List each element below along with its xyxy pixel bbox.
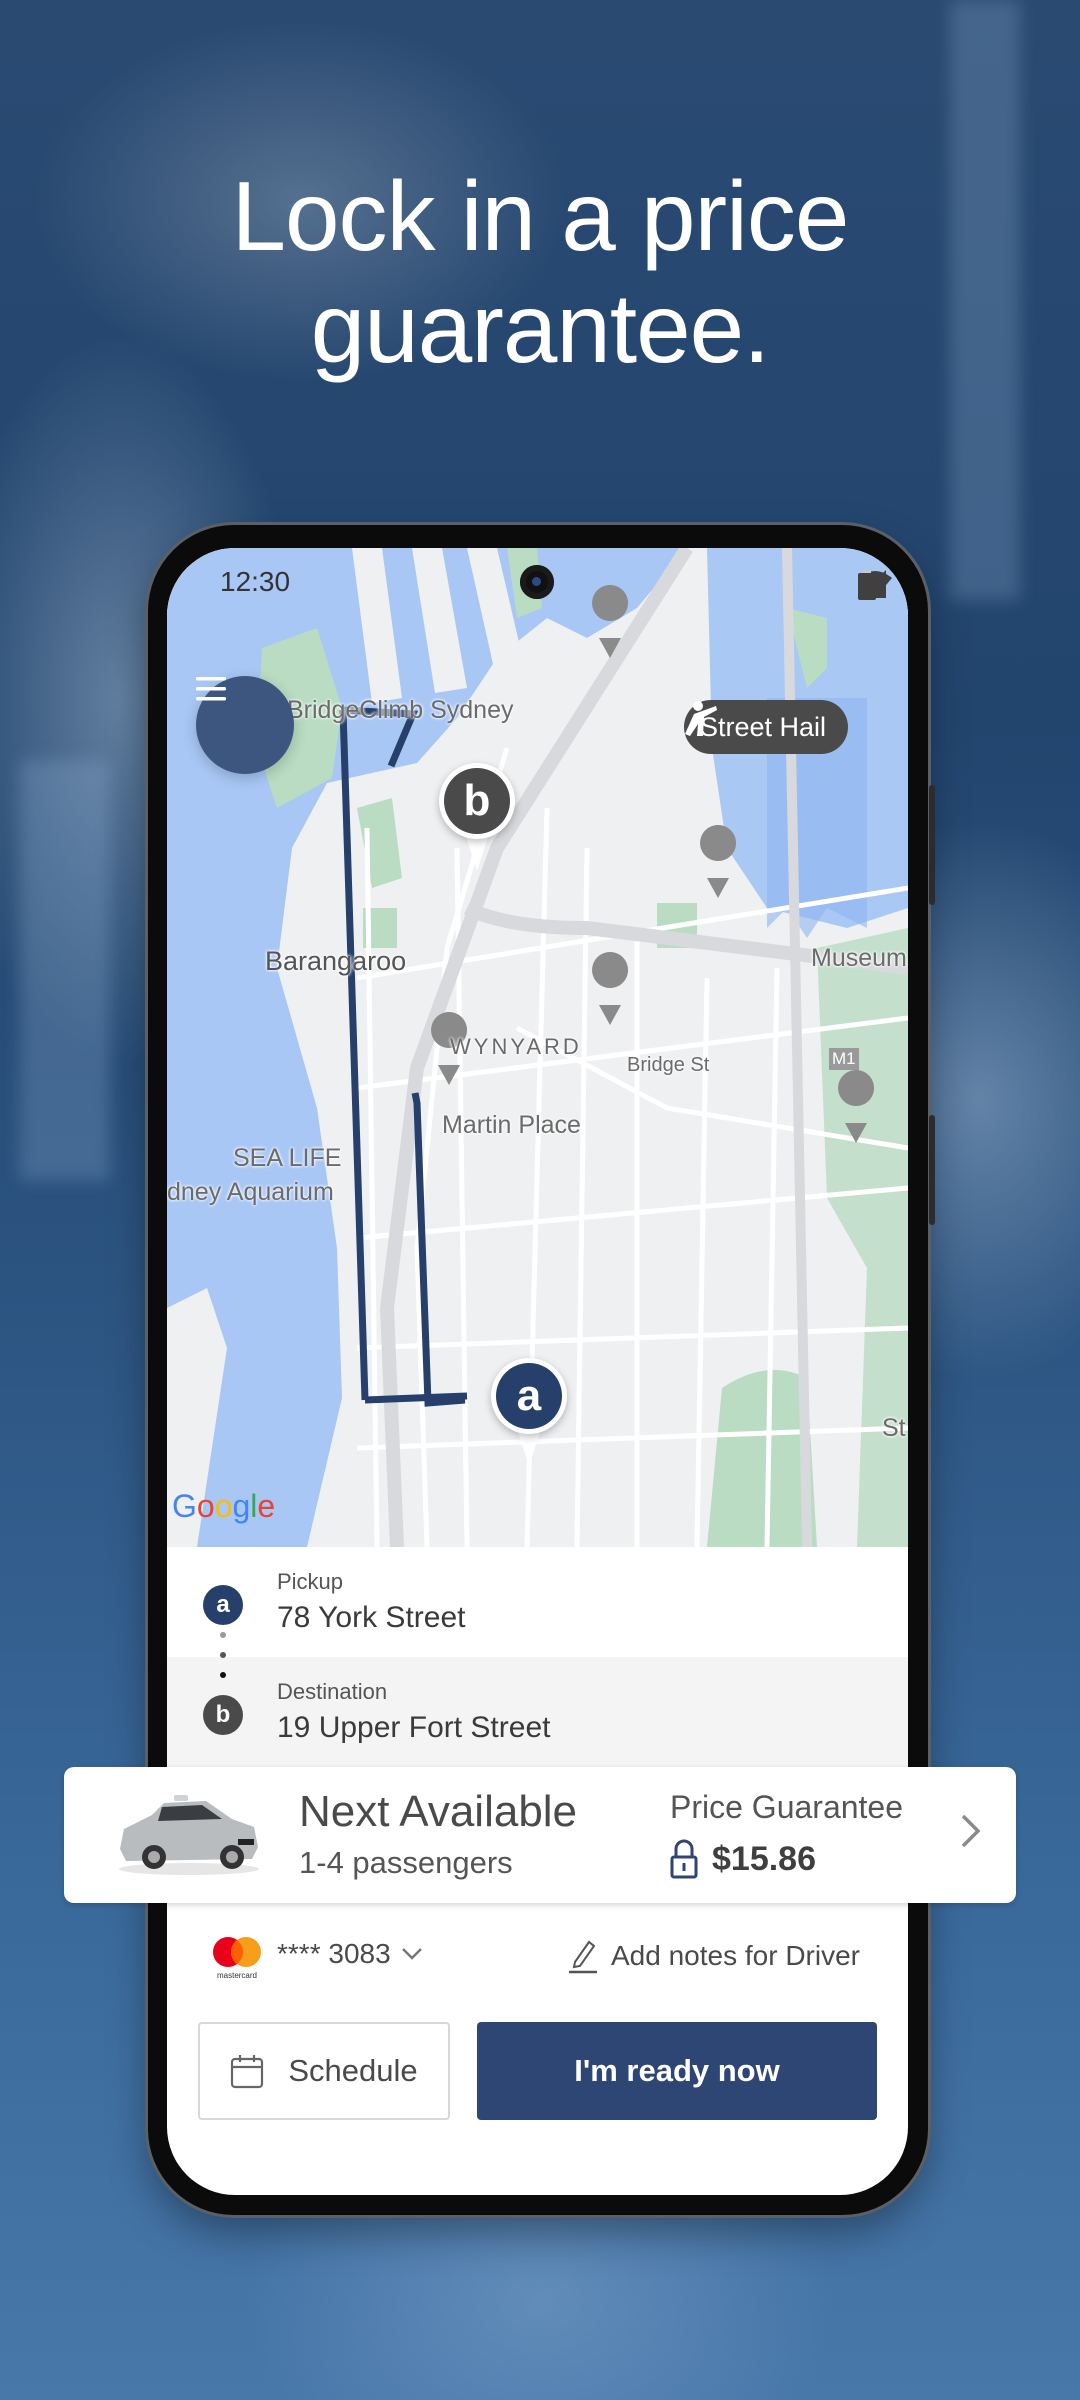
add-notes-button[interactable]: Add notes for Driver [567,1938,860,1974]
street-hail-label: Street Hail [700,711,827,742]
destination-label: Destination [277,1679,388,1704]
map-view[interactable]: BridgeClimb Sydney Barangaroo WYNYARD Br… [167,548,908,1547]
route-dot [220,1632,226,1638]
pickup-map-pin[interactable]: a [491,1358,567,1468]
map-label-st: St [882,1414,906,1442]
phone-frame: BridgeClimb Sydney Barangaroo WYNYARD Br… [148,525,935,2215]
schedule-button[interactable]: Schedule [198,2022,450,2120]
chevron-down-icon [401,1948,422,1960]
vehicle-title: Next Available [299,1787,578,1836]
map-label-wynyard: WYNYARD [450,1034,582,1059]
destination-address: 19 Upper Fort Street [277,1711,551,1744]
pickup-badge: a [203,1585,243,1625]
destination-badge: b [203,1695,243,1735]
destination-map-pin[interactable]: b [439,763,515,873]
card-number: **** 3083 [277,1938,391,1969]
vehicle-passengers: 1-4 passengers [299,1845,513,1880]
ready-now-button[interactable]: I'm ready now [477,2022,877,2120]
destination-row[interactable]: b Destination 19 Upper Fort Street [167,1657,908,1777]
mastercard-icon: mastercard [213,1937,261,1980]
background-blur-shape [20,760,110,1180]
menu-button[interactable] [196,676,294,774]
schedule-label: Schedule [288,2053,418,2088]
status-time: 12:30 [220,566,291,597]
map-label-m1: M1 [829,1048,859,1070]
vehicle-option-card[interactable]: Next Available 1-4 passengers Price Guar… [64,1767,1016,1903]
pencil-icon [569,1940,597,1974]
pickup-address: 78 York Street [277,1601,466,1634]
headline-line-1: Lock in a price [231,161,850,271]
pin-letter-b: b [444,768,510,834]
chevron-right-icon [961,1814,981,1848]
price-guarantee-label: Price Guarantee [670,1789,904,1825]
pin-letter-a: a [496,1363,562,1429]
svg-text:mastercard: mastercard [217,1971,257,1980]
map-label-bridge-st: Bridge St [627,1054,710,1076]
pickup-row[interactable]: a Pickup 78 York Street [167,1547,908,1657]
route-line-end [364,1392,468,1404]
headline: Lock in a price guarantee. [0,160,1080,384]
route-dot [220,1672,226,1678]
map-label-martin-place: Martin Place [442,1111,581,1139]
payment-row: mastercard **** 3083 Add notes for Drive… [167,1928,908,1988]
map-label-sea-life: SEA LIFE [233,1144,342,1172]
add-notes-label: Add notes for Driver [611,1940,860,1971]
google-attribution: Google [172,1488,276,1524]
headline-line-2: guarantee. [310,273,771,383]
map-label-museum: Museum [811,944,907,972]
price-value: $15.86 [712,1839,816,1878]
phone-screen: BridgeClimb Sydney Barangaroo WYNYARD Br… [167,548,908,2195]
street-hail-button[interactable]: Street Hail [684,700,849,754]
front-camera [520,565,554,599]
map-label-bridgeclimb: BridgeClimb Sydney [287,696,514,724]
payment-method-selector[interactable]: **** 3083 [277,1938,423,1970]
price-block: $15.86 [670,1839,816,1879]
person-hailing-icon [685,701,717,736]
map-label-barangaroo: Barangaroo [265,946,407,976]
calendar-icon [231,2055,264,2089]
hamburger-menu-icon [196,677,226,701]
phone-side-button [929,785,935,905]
taxi-car-icon [119,1795,259,1875]
phone-volume-button [929,1115,935,1225]
route-dot [220,1652,226,1658]
map-park [357,798,402,888]
map-label-sydney-aquarium: dney Aquarium [167,1178,334,1206]
battery-icon [858,570,876,600]
lock-icon [670,1839,698,1879]
pickup-label: Pickup [277,1569,344,1594]
